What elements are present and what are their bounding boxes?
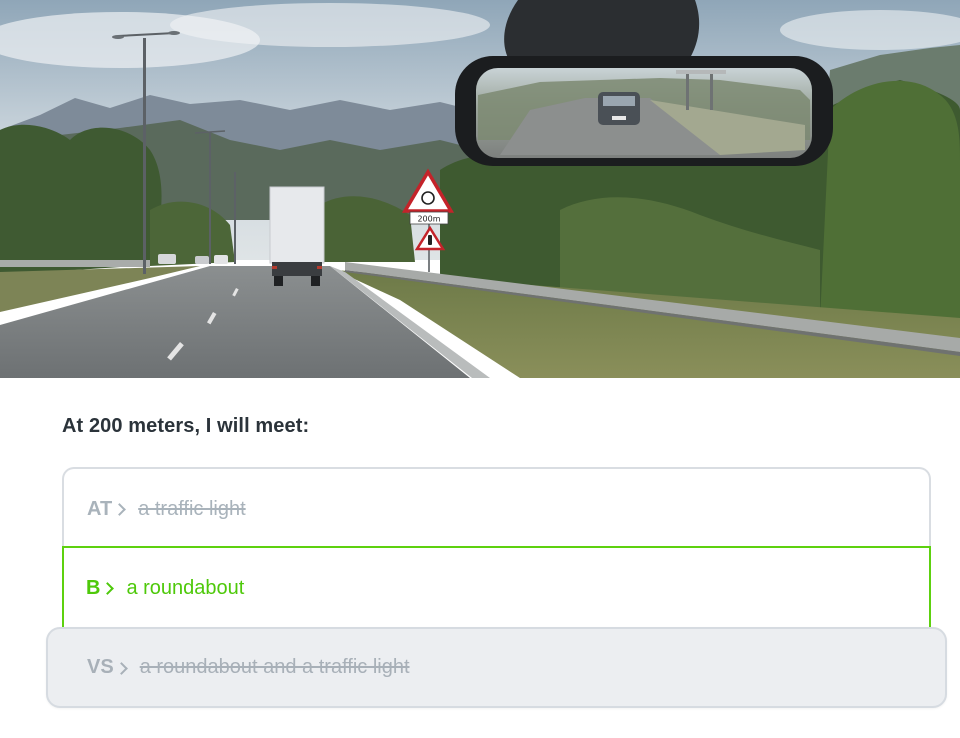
answer-key-c-label: VS [87, 656, 114, 678]
quiz-page: 200m At 200 meters, I will meet: AT a tr… [0, 0, 960, 738]
answer-text-a: a traffic light [138, 497, 246, 520]
answer-option-b[interactable]: B a roundabout [62, 546, 931, 630]
road-scene-image: 200m [0, 0, 960, 378]
answer-text-b: a roundabout [126, 576, 245, 599]
chevron-right-icon [101, 582, 115, 595]
sign-distance-plate: 200m [417, 215, 440, 224]
answer-option-c[interactable]: VS a roundabout and a traffic light [46, 627, 947, 708]
answer-text-c: a roundabout and a traffic light [139, 656, 410, 678]
answer-key-b: B [86, 576, 115, 600]
answer-key-c: VS [87, 656, 128, 679]
answer-option-a[interactable]: AT a traffic light [62, 467, 931, 549]
answer-key-a: AT [87, 497, 127, 521]
chevron-right-icon [113, 503, 127, 516]
question-text: At 200 meters, I will meet: [62, 415, 310, 437]
answer-key-a-label: AT [87, 497, 113, 520]
answer-key-b-label: B [86, 576, 101, 599]
chevron-right-icon [114, 661, 128, 675]
